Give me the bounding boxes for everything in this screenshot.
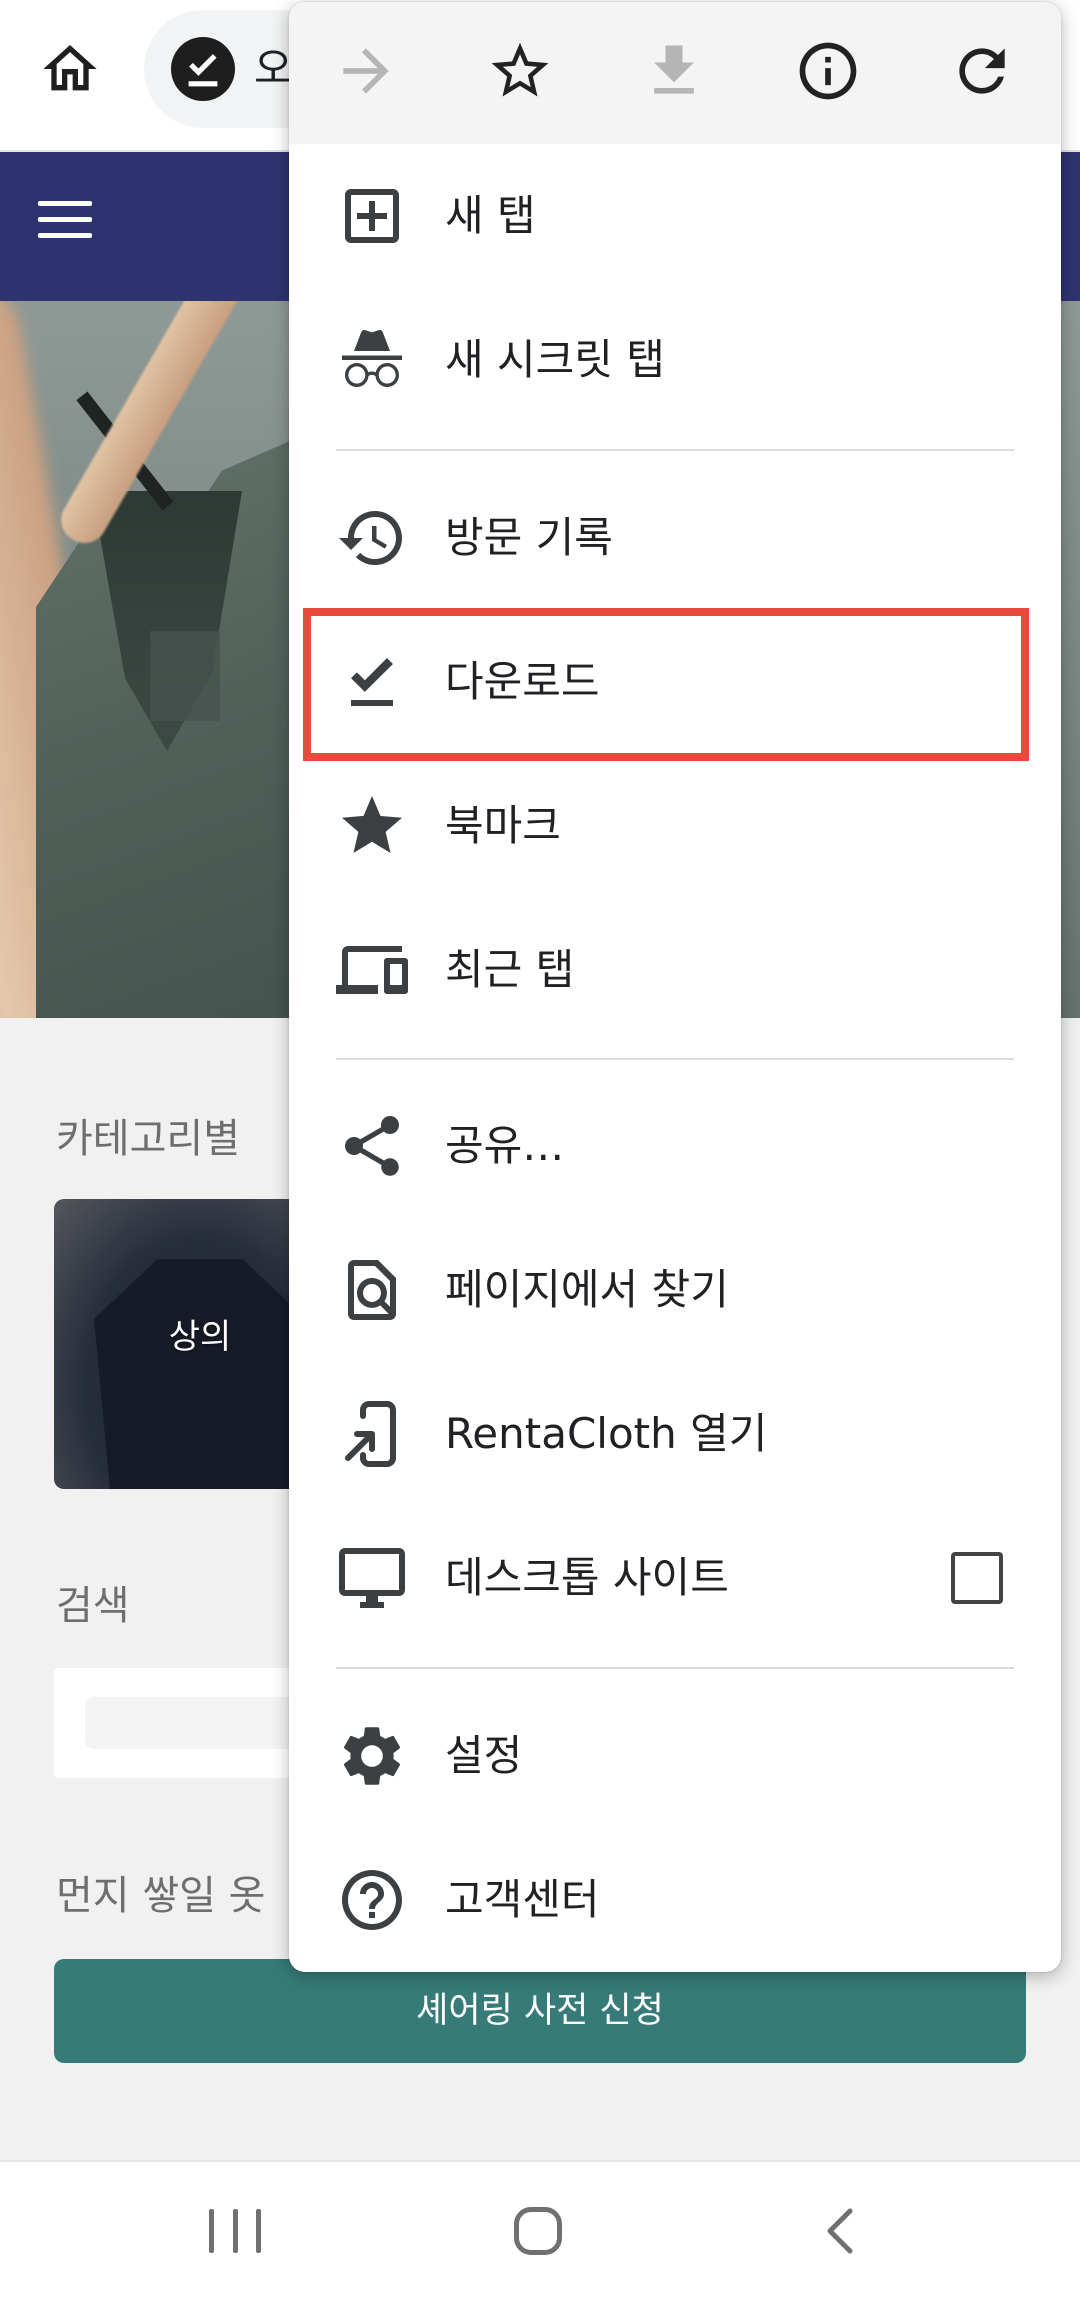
menu-item-new-tab[interactable]: 새 탭	[289, 144, 1061, 288]
open-in-app-icon	[336, 1398, 408, 1470]
forward-arrow-icon	[332, 37, 400, 109]
category-image	[94, 1259, 306, 1489]
recent-apps-icon[interactable]	[209, 2209, 261, 2253]
refresh-icon	[948, 37, 1016, 109]
download-icon	[640, 37, 708, 109]
menu-divider	[289, 432, 1061, 466]
url-text: 오	[254, 44, 293, 93]
menu-item-open-in-app[interactable]: RentaCloth 열기	[289, 1362, 1061, 1506]
menu-item-history[interactable]: 방문 기록	[289, 466, 1061, 610]
menu-item-label: 공유…	[445, 1121, 565, 1170]
dust-clothes-heading: 먼지 쌓일 옷	[56, 1873, 266, 1919]
desktop-icon	[336, 1542, 408, 1614]
menu-divider	[289, 1042, 1061, 1074]
menu-item-label: 데스크톱 사이트	[445, 1553, 729, 1602]
home-button[interactable]	[38, 37, 102, 101]
devices-icon	[336, 934, 408, 1006]
search-heading: 검색	[56, 1583, 130, 1629]
menu-item-settings[interactable]: 설정	[289, 1684, 1061, 1828]
overflow-menu: 새 탭 새 시크릿 탭 방문 기록 다운로드 북마크 최근 탭 공유… 페이지에…	[289, 2, 1061, 1972]
menu-item-label: 새 탭	[445, 191, 536, 240]
menu-item-help[interactable]: 고객센터	[289, 1828, 1061, 1972]
star-icon	[336, 790, 408, 862]
download-page-button[interactable]	[597, 2, 751, 144]
menu-item-label: 방문 기록	[445, 513, 613, 562]
info-icon	[794, 37, 862, 109]
menu-item-label: 고객센터	[445, 1875, 600, 1924]
highlight-box	[303, 608, 1029, 761]
nav-home-icon[interactable]	[514, 2207, 562, 2255]
page-info-button[interactable]	[751, 2, 905, 144]
share-icon	[336, 1110, 408, 1182]
menu-item-label: 최근 탭	[445, 945, 575, 994]
menu-item-label: 페이지에서 찾기	[445, 1265, 729, 1314]
star-outline-icon	[486, 37, 554, 109]
menu-item-recent-tabs[interactable]: 최근 탭	[289, 898, 1061, 1042]
help-icon	[336, 1864, 408, 1936]
menu-item-label: RentaCloth 열기	[445, 1409, 768, 1458]
menu-item-new-incognito-tab[interactable]: 새 시크릿 탭	[289, 288, 1061, 432]
menu-item-share[interactable]: 공유…	[289, 1074, 1061, 1218]
back-icon[interactable]	[822, 2207, 858, 2255]
menu-item-bookmarks[interactable]: 북마크	[289, 754, 1061, 898]
forward-button[interactable]	[289, 2, 443, 144]
history-icon	[336, 502, 408, 574]
sharing-preorder-button[interactable]: 셰어링 사전 신청	[54, 1959, 1026, 2063]
system-nav-bar	[0, 2160, 1080, 2303]
check-circle-icon	[171, 37, 235, 101]
menu-item-label: 새 시크릿 탭	[445, 335, 665, 384]
menu-item-label: 설정	[445, 1731, 523, 1780]
home-icon	[38, 45, 102, 105]
menu-item-desktop-site[interactable]: 데스크톱 사이트	[289, 1506, 1061, 1650]
find-in-page-icon	[336, 1254, 408, 1326]
hamburger-icon[interactable]	[38, 192, 92, 246]
desktop-site-checkbox[interactable]	[951, 1552, 1003, 1604]
settings-icon	[336, 1720, 408, 1792]
bookmark-page-button[interactable]	[443, 2, 597, 144]
refresh-button[interactable]	[905, 2, 1059, 144]
categories-heading: 카테고리별	[56, 1116, 240, 1162]
incognito-icon	[336, 324, 408, 396]
new-tab-icon	[336, 180, 408, 252]
menu-divider	[289, 1650, 1061, 1684]
menu-toolbar	[289, 2, 1061, 144]
menu-item-label: 북마크	[445, 801, 561, 850]
menu-item-find-in-page[interactable]: 페이지에서 찾기	[289, 1218, 1061, 1362]
